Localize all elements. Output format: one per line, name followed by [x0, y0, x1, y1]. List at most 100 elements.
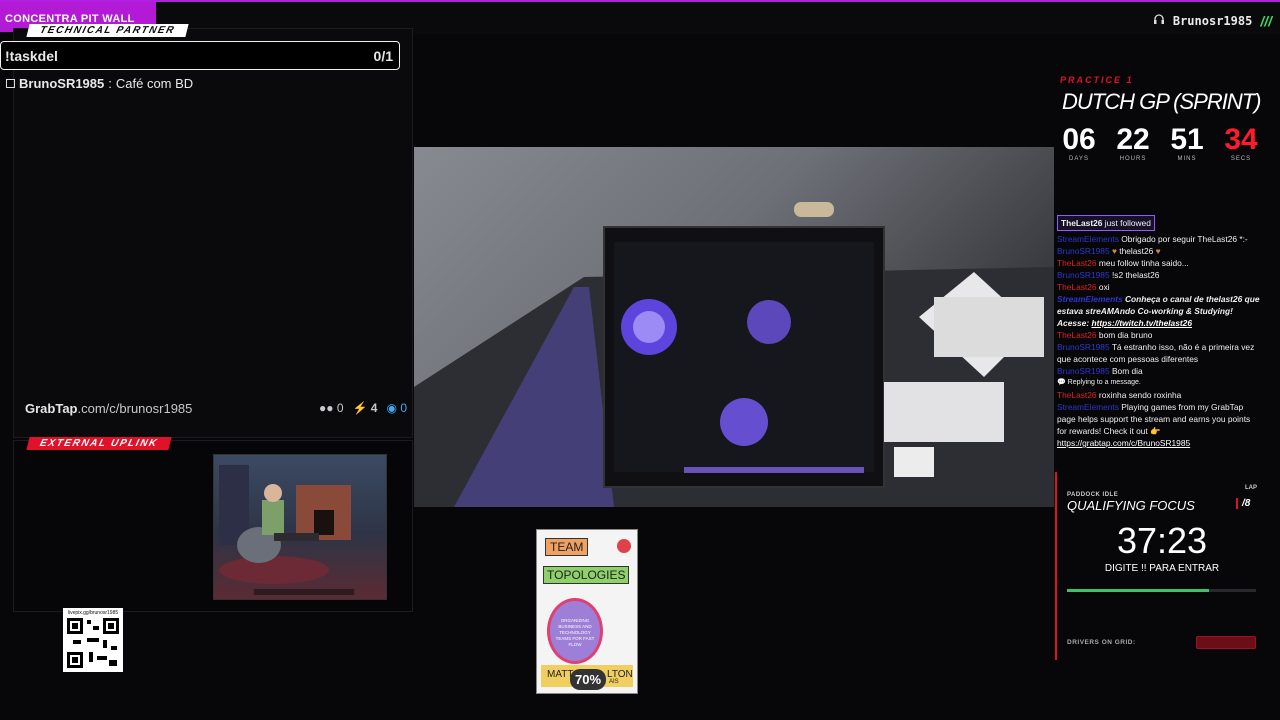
- bolt-stat: ⚡ 4: [353, 401, 378, 416]
- reply-text: Replying to a message.: [1067, 379, 1141, 386]
- hours-value: 22: [1116, 123, 1150, 156]
- user-box: Brunosr1985 ///: [1153, 12, 1272, 30]
- username-label: Brunosr1985: [1172, 14, 1253, 28]
- chat-text: Bom dia: [1111, 366, 1143, 376]
- chat-message: TheLast26 oxi: [1057, 281, 1262, 293]
- grabtap-logo: GrabTap: [25, 401, 78, 416]
- follow-name: TheLast26: [1061, 218, 1103, 228]
- book-dot: [617, 539, 631, 553]
- points-icon: ◉: [386, 401, 397, 415]
- pointing-hand-icon: 👉: [1150, 426, 1161, 436]
- lap-label: LAP: [1245, 485, 1257, 491]
- heart-icon: ♥: [1155, 246, 1161, 256]
- days-value: 06: [1062, 123, 1096, 156]
- chat-message: BrunoSR1985 Bom dia: [1057, 365, 1262, 377]
- task-separator: :: [108, 76, 112, 91]
- task-user: BrunoSR1985: [19, 76, 105, 91]
- countdown-days: 06 DAYS: [1060, 123, 1098, 163]
- chat-message: StreamElements Conheça o canal de thelas…: [1057, 293, 1262, 329]
- chat-text: meu follow tinha saido...: [1098, 258, 1189, 268]
- grabtap-url: .com/c/brunosr1985: [77, 401, 193, 416]
- chat-name: StreamElements: [1057, 294, 1123, 304]
- slashes-decor: ///: [1260, 13, 1272, 29]
- qr-code[interactable]: livepix.gg/brunosr1985: [63, 608, 123, 672]
- chat-name: StreamElements: [1057, 234, 1119, 244]
- qr-pattern: [67, 618, 119, 668]
- book-subtitle: ORGANIZING BUSINESS AND TECHNOLOGY TEAMS…: [555, 618, 595, 647]
- chat-name: BrunoSR1985: [1057, 366, 1110, 376]
- hours-label: HOURS: [1119, 156, 1147, 162]
- vtuber-cam: [213, 454, 387, 600]
- chat-message: BrunoSR1985 !s2 thelast26: [1057, 269, 1262, 281]
- drivers-pill: [1196, 636, 1256, 649]
- chat-text: oxi: [1098, 282, 1110, 292]
- gp-title: DUTCH GP (SPRINT): [1062, 89, 1262, 114]
- twitch-link[interactable]: https://twitch.tv/thelast26: [1091, 318, 1192, 328]
- chat-message: https://grabtap.com/c/BrunoSR1985: [1057, 437, 1262, 449]
- chat-name: BrunoSR1985: [1057, 246, 1110, 256]
- reply-note: 💬 Replying to a message.: [1057, 377, 1262, 389]
- countdown-secs: 34 SECS: [1222, 123, 1260, 163]
- chat-message: StreamElements Playing games from my Gra…: [1057, 401, 1262, 437]
- countdown-hours: 22 HOURS: [1114, 123, 1152, 163]
- qualifying-title: QUALIFYING FOCUS: [1067, 498, 1195, 513]
- chat-name: BrunoSR1985: [1057, 342, 1110, 352]
- chat-message: TheLast26 meu follow tinha saido...: [1057, 257, 1262, 269]
- task-item[interactable]: BrunoSR1985: Café com BD: [6, 76, 193, 91]
- task-checkbox[interactable]: [6, 79, 15, 88]
- bolt-icon: ⚡: [352, 401, 368, 415]
- book-progress: 70%: [570, 669, 607, 690]
- countdown: 06 DAYS 22 HOURS 51 MINS 34 SECS: [1060, 123, 1260, 163]
- chat-text: thelast26: [1119, 246, 1154, 256]
- secs-label: SECS: [1230, 156, 1252, 162]
- task-count: 0/1: [373, 47, 393, 64]
- external-uplink-tag: EXTERNAL UPLINK: [26, 437, 172, 450]
- webcam-video: [414, 147, 1054, 507]
- countdown-mins: 51 MINS: [1168, 123, 1206, 163]
- qualifying-progress-bar: [1067, 589, 1256, 592]
- days-label: DAYS: [1069, 156, 1089, 162]
- heart-icon: ♥: [1111, 246, 1117, 256]
- chat-message: TheLast26 bom dia bruno: [1057, 329, 1262, 341]
- chat-name: TheLast26: [1057, 390, 1097, 400]
- grabtap-stats: ●● 0 ⚡ 4 ◉ 0: [319, 401, 407, 416]
- secs-value: 34: [1224, 123, 1258, 156]
- mins-value: 51: [1170, 123, 1204, 156]
- chat-text: !s2 thelast26: [1111, 270, 1160, 280]
- task-text: Café com BD: [115, 76, 194, 91]
- grabtap-link[interactable]: https://grabtap.com/c/BrunoSR1985: [1057, 438, 1190, 448]
- chat-message: BrunoSR1985 ♥ thelast26 ♥: [1057, 245, 1262, 257]
- users-stat: ●● 0: [319, 401, 344, 416]
- join-prompt: DIGITE !! PARA ENTRAR: [1104, 563, 1220, 574]
- users-icon: ●●: [318, 401, 334, 415]
- chat-name: TheLast26: [1057, 258, 1097, 268]
- bolt-count: 4: [370, 401, 378, 415]
- headphones-icon: [1153, 12, 1165, 30]
- users-count: 0: [336, 401, 344, 415]
- chat-text: roxinha sendo roxinha: [1098, 390, 1182, 400]
- technical-partner-tag: TECHNICAL PARTNER: [26, 24, 189, 37]
- task-header: !taskdel 0/1: [0, 41, 400, 70]
- task-command: !taskdel: [5, 47, 58, 64]
- chat-message: BrunoSR1985 Tá estranho isso, não é a pr…: [1057, 341, 1262, 365]
- drivers-label: DRIVERS ON GRID:: [1067, 639, 1136, 646]
- qualifying-timer: 37:23: [1116, 520, 1208, 561]
- points-count: 0: [400, 401, 407, 415]
- position-counter: /8: [1236, 498, 1250, 509]
- mins-label: MINS: [1177, 156, 1197, 162]
- follow-alert: TheLast26 just followed: [1057, 215, 1155, 231]
- speech-bubble-icon: 💬: [1057, 379, 1066, 386]
- points-stat: ◉ 0: [386, 401, 407, 416]
- chat-message: StreamElements Obrigado por seguir TheLa…: [1057, 233, 1262, 245]
- chat-name: BrunoSR1985: [1057, 270, 1110, 280]
- chat-name: TheLast26: [1057, 330, 1097, 340]
- book-title-1: TEAM: [545, 538, 589, 556]
- qualifying-progress-fill: [1067, 589, 1209, 592]
- chat-message: TheLast26 roxinha sendo roxinha: [1057, 389, 1262, 401]
- session-label: PRACTICE 1: [1060, 75, 1134, 85]
- book-title-2: TOPOLOGIES: [543, 566, 630, 584]
- book-author-small: AIS: [609, 679, 619, 685]
- chat-name: TheLast26: [1057, 282, 1097, 292]
- chat-feed: TheLast26 just followed StreamElements O…: [1057, 215, 1262, 449]
- chat-name: StreamElements: [1057, 402, 1119, 412]
